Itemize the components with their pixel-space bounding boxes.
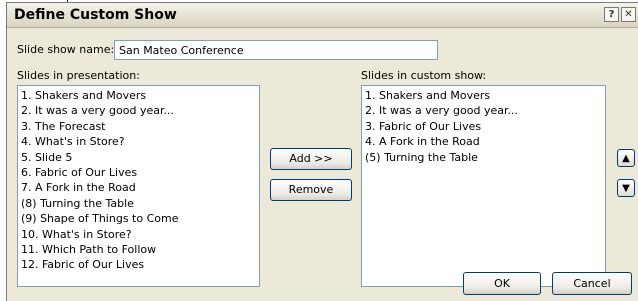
add-button[interactable]: Add >> bbox=[270, 148, 352, 170]
list-item[interactable]: 11. Which Path to Follow bbox=[21, 242, 256, 257]
list-item[interactable]: (9) Shape of Things to Come bbox=[21, 211, 256, 226]
list-item[interactable]: 6. Fabric of Our Lives bbox=[21, 165, 256, 180]
list-item[interactable]: 10. What's in Store? bbox=[21, 227, 256, 242]
list-item[interactable]: 7. A Fork in the Road bbox=[21, 180, 256, 195]
dialog-title: Define Custom Show bbox=[14, 7, 177, 23]
list-item[interactable]: 1. Shakers and Movers bbox=[365, 88, 602, 103]
title-bar: Define Custom Show ? ✕ bbox=[7, 3, 638, 28]
help-icon[interactable]: ? bbox=[604, 7, 619, 22]
slides-in-presentation-label: Slides in presentation: bbox=[17, 69, 140, 82]
ok-button[interactable]: OK bbox=[463, 272, 541, 295]
list-item[interactable]: 2. It was a very good year... bbox=[21, 103, 256, 118]
list-item[interactable]: (8) Turning the Table bbox=[21, 196, 256, 211]
move-down-icon[interactable]: ▼ bbox=[617, 179, 635, 197]
list-item[interactable]: 12. Fabric of Our Lives bbox=[21, 257, 256, 272]
list-item[interactable]: 1. Shakers and Movers bbox=[21, 88, 256, 103]
list-item[interactable]: 5. Slide 5 bbox=[21, 150, 256, 165]
slide-show-name-input[interactable] bbox=[114, 40, 438, 60]
remove-button[interactable]: Remove bbox=[270, 179, 352, 201]
slides-in-custom-show-list[interactable]: 1. Shakers and Movers 2. It was a very go… bbox=[361, 85, 606, 287]
list-item[interactable]: 4. What's in Store? bbox=[21, 134, 256, 149]
list-item[interactable]: (5) Turning the Table bbox=[365, 150, 602, 165]
define-custom-show-dialog: Define Custom Show ? ✕ Slide show name: … bbox=[6, 2, 638, 301]
slide-show-name-label: Slide show name: bbox=[17, 43, 115, 56]
list-item[interactable]: 2. It was a very good year... bbox=[365, 103, 602, 118]
slides-in-presentation-list[interactable]: 1. Shakers and Movers 2. It was a very go… bbox=[17, 85, 260, 287]
cancel-button[interactable]: Cancel bbox=[552, 272, 632, 295]
close-icon[interactable]: ✕ bbox=[621, 7, 636, 22]
list-item[interactable]: 3. Fabric of Our Lives bbox=[365, 119, 602, 134]
slides-in-custom-show-label: Slides in custom show: bbox=[361, 69, 487, 82]
list-item[interactable]: 4. A Fork in the Road bbox=[365, 134, 602, 149]
list-item[interactable]: 3. The Forecast bbox=[21, 119, 256, 134]
move-up-icon[interactable]: ▲ bbox=[617, 149, 635, 167]
